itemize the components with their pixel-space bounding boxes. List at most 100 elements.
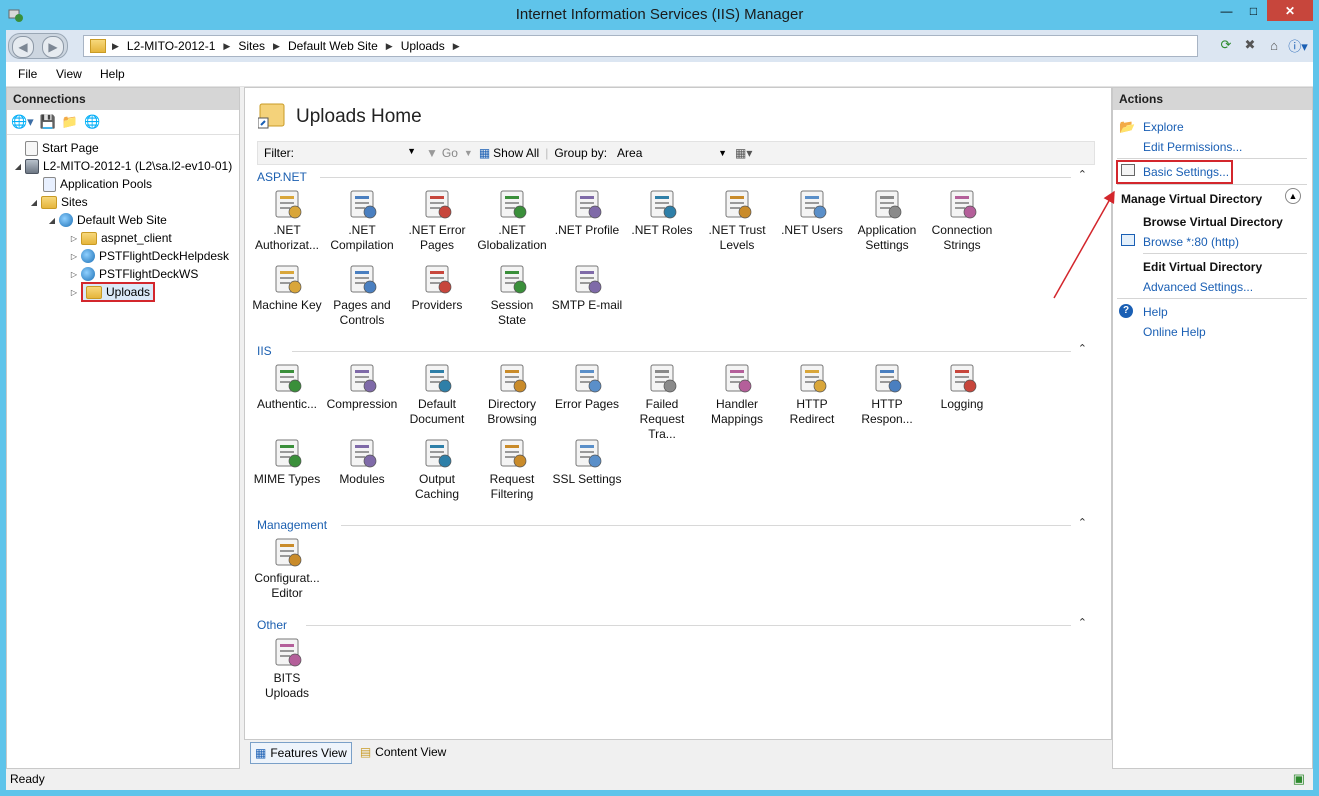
up-folder-icon[interactable]: 📁: [62, 114, 78, 130]
tab-content-view[interactable]: ▤ Content View: [356, 742, 451, 762]
browse-link[interactable]: Browse *:80 (http): [1143, 235, 1239, 249]
feature-machine-key[interactable]: Machine Key: [250, 263, 324, 313]
menu-view[interactable]: View: [56, 67, 82, 81]
go-button[interactable]: Go: [442, 146, 458, 160]
feature-mime-types[interactable]: MIME Types: [250, 437, 324, 487]
filter-bar: Filter: ▼ ▼ Go ▼ ▦ Show All | Group by: …: [257, 141, 1095, 165]
feature-application-settings[interactable]: Application Settings: [850, 188, 924, 253]
collapse-icon[interactable]: ◢: [13, 162, 23, 171]
chevron-down-icon[interactable]: ▼: [407, 146, 416, 156]
feature-output-caching[interactable]: Output Caching: [400, 437, 474, 502]
feature-net-authorizat[interactable]: .NET Authorizat...: [250, 188, 324, 253]
tree-item-pstflightdeckhelpdesk[interactable]: ▷ PSTFlightDeckHelpdesk: [69, 247, 229, 265]
feature-icon: [646, 362, 678, 394]
feature-connection-strings[interactable]: Connection Strings: [925, 188, 999, 253]
expand-icon[interactable]: ▷: [69, 288, 79, 297]
expand-icon[interactable]: ▷: [69, 252, 79, 261]
save-icon[interactable]: 💾: [40, 114, 56, 130]
edit-permissions-link[interactable]: Edit Permissions...: [1143, 140, 1242, 154]
feature-pages-and-controls[interactable]: Pages and Controls: [325, 263, 399, 328]
feature-net-roles[interactable]: .NET Roles: [625, 188, 699, 238]
collapse-icon[interactable]: ⌃: [1078, 516, 1087, 529]
tree-item-uploads[interactable]: ▷ Uploads: [69, 282, 156, 302]
help-icon[interactable]: ⓘ▾: [1288, 36, 1308, 54]
feature-providers[interactable]: Providers: [400, 263, 474, 313]
feature-net-users[interactable]: .NET Users: [775, 188, 849, 238]
go-dropdown-icon[interactable]: ▼: [464, 148, 473, 158]
help-link[interactable]: Help: [1143, 305, 1168, 319]
feature-authentic[interactable]: Authentic...: [250, 362, 324, 412]
minimize-button[interactable]: —: [1213, 0, 1240, 21]
collapse-icon[interactable]: ◢: [47, 216, 57, 225]
tree-item-pstflightdeckws[interactable]: ▷ PSTFlightDeckWS: [69, 265, 198, 283]
breadcrumb-sites[interactable]: Sites: [232, 39, 271, 53]
show-all-button[interactable]: Show All: [493, 146, 539, 160]
group-by-select[interactable]: Area ▼: [617, 146, 727, 160]
address-bar[interactable]: ▶ L2-MITO-2012-1 ▶ Sites ▶ Default Web S…: [83, 35, 1198, 57]
feature-net-error-pages[interactable]: .NET Error Pages: [400, 188, 474, 253]
feature-logging[interactable]: Logging: [925, 362, 999, 412]
filter-input[interactable]: ▼: [298, 145, 416, 161]
feature-net-profile[interactable]: .NET Profile: [550, 188, 624, 238]
collapse-icon[interactable]: ▲: [1285, 188, 1301, 204]
feature-failed-request-tra[interactable]: Failed Request Tra...: [625, 362, 699, 442]
globe-icon: [81, 267, 95, 281]
selected-highlight: Uploads: [81, 282, 156, 302]
view-mode-icon[interactable]: ▦▾: [735, 146, 752, 160]
expand-icon[interactable]: ▷: [69, 234, 79, 243]
tree-item-application-pools[interactable]: Application Pools: [43, 175, 152, 193]
breadcrumb-default-web-site[interactable]: Default Web Site: [282, 39, 384, 53]
feature-icon: [871, 188, 903, 220]
collapse-icon[interactable]: ⌃: [1078, 342, 1087, 355]
collapse-icon[interactable]: ⌃: [1078, 616, 1087, 629]
tree-item-sites[interactable]: ◢ Sites: [29, 193, 88, 211]
feature-net-globalization[interactable]: .NET Globalization: [475, 188, 549, 253]
status-text: Ready: [10, 772, 45, 786]
maximize-button[interactable]: □: [1240, 0, 1267, 21]
tree-item-start-page[interactable]: Start Page: [25, 139, 99, 157]
feature-net-compilation[interactable]: .NET Compilation: [325, 188, 399, 253]
advanced-settings-link[interactable]: Advanced Settings...: [1143, 280, 1253, 294]
tab-features-view[interactable]: ▦ Features View: [250, 742, 352, 764]
feature-default-document[interactable]: Default Document: [400, 362, 474, 427]
view-tabs: ▦ Features View ▤ Content View: [250, 742, 450, 764]
feature-session-state[interactable]: Session State: [475, 263, 549, 328]
feature-ssl-settings[interactable]: SSL Settings: [550, 437, 624, 487]
feature-http-redirect[interactable]: HTTP Redirect: [775, 362, 849, 427]
tree-item-server[interactable]: ◢ L2-MITO-2012-1 (L2\sa.l2-ev10-01): [13, 157, 232, 175]
feature-compression[interactable]: Compression: [325, 362, 399, 412]
menu-file[interactable]: File: [18, 67, 37, 81]
feature-error-pages[interactable]: Error Pages: [550, 362, 624, 412]
feature-http-respon[interactable]: HTTP Respon...: [850, 362, 924, 427]
feature-request-filtering[interactable]: Request Filtering: [475, 437, 549, 502]
breadcrumb-server[interactable]: L2-MITO-2012-1: [121, 39, 221, 53]
stop-icon[interactable]: ✖: [1241, 36, 1259, 54]
connect-icon[interactable]: 🌐▾: [11, 114, 34, 130]
refresh-icon[interactable]: ⟳: [1217, 36, 1235, 54]
disconnect-icon[interactable]: 🌐: [84, 114, 100, 130]
tree-item-default-web-site[interactable]: ◢ Default Web Site: [47, 211, 167, 229]
back-icon[interactable]: ◀: [12, 36, 34, 58]
feature-icon: [421, 263, 453, 295]
home-icon[interactable]: ⌂: [1265, 36, 1283, 54]
breadcrumb-uploads[interactable]: Uploads: [395, 39, 451, 53]
forward-icon[interactable]: ▶: [42, 36, 64, 58]
feature-net-trust-levels[interactable]: .NET Trust Levels: [700, 188, 774, 253]
chevron-down-icon[interactable]: ▼: [718, 148, 727, 158]
collapse-icon[interactable]: ◢: [29, 198, 39, 207]
menu-help[interactable]: Help: [100, 67, 125, 81]
feature-configurat-editor[interactable]: Configurat... Editor: [250, 536, 324, 601]
tree-item-aspnet-client[interactable]: ▷ aspnet_client: [69, 229, 172, 247]
basic-settings-link[interactable]: Basic Settings...: [1143, 165, 1229, 179]
feature-handler-mappings[interactable]: Handler Mappings: [700, 362, 774, 427]
feature-smtp-e-mail[interactable]: SMTP E-mail: [550, 263, 624, 313]
feature-bits-uploads[interactable]: BITS Uploads: [250, 636, 324, 701]
feature-icon: [271, 437, 303, 469]
explore-link[interactable]: Explore: [1143, 120, 1184, 134]
feature-directory-browsing[interactable]: Directory Browsing: [475, 362, 549, 427]
online-help-link[interactable]: Online Help: [1143, 325, 1206, 339]
expand-icon[interactable]: ▷: [69, 270, 79, 279]
close-button[interactable]: ✕: [1267, 0, 1313, 21]
feature-icon: [571, 437, 603, 469]
feature-modules[interactable]: Modules: [325, 437, 399, 487]
